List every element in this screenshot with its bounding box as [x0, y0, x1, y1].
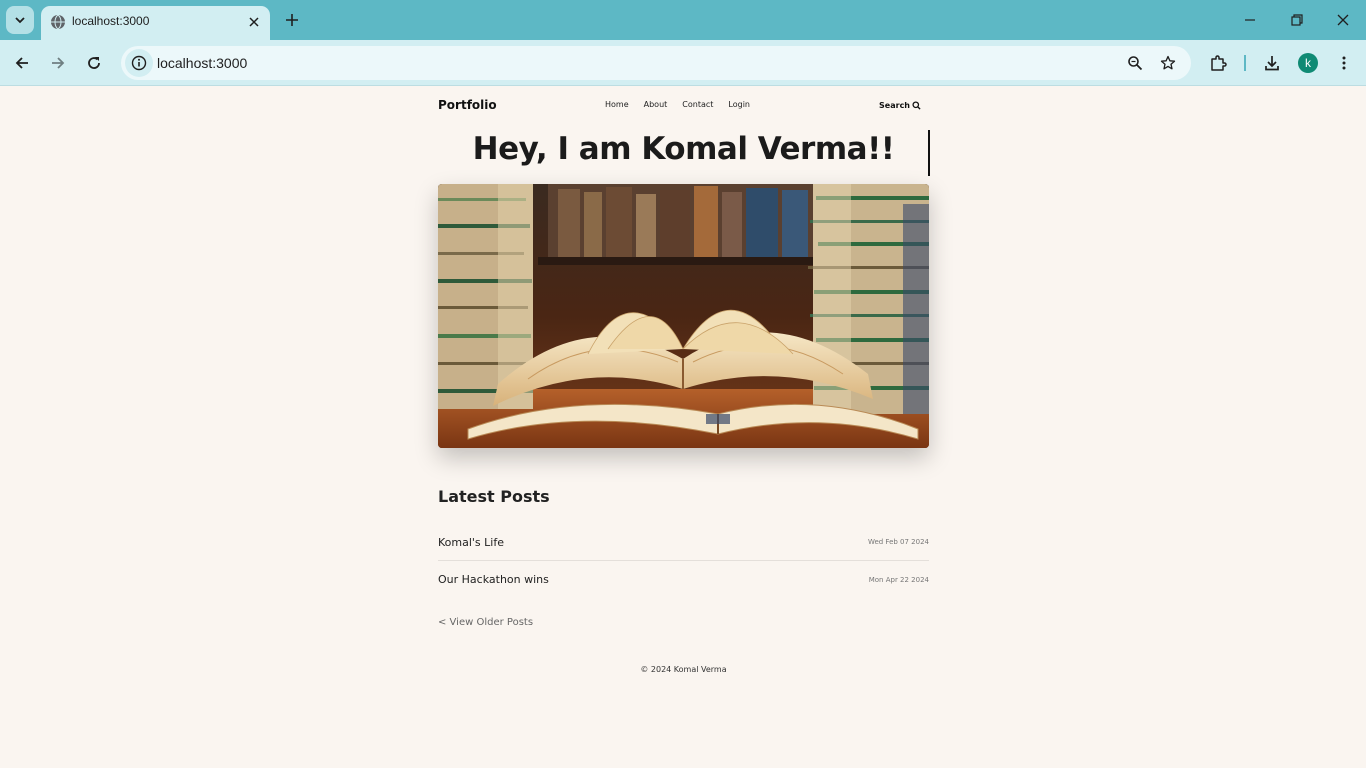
tab-title: localhost:3000: [72, 14, 150, 28]
more-vertical-icon: [1342, 56, 1346, 70]
nav-about[interactable]: About: [644, 100, 668, 109]
text-cursor-line: [928, 130, 930, 176]
main-nav: Home About Contact Login: [605, 100, 765, 109]
browser-toolbar: localhost:3000 k: [0, 40, 1366, 86]
nav-login[interactable]: Login: [728, 100, 750, 109]
minimize-button[interactable]: [1238, 8, 1262, 32]
zoom-button[interactable]: [1125, 53, 1145, 73]
post-item[interactable]: Komal's Life Wed Feb 07 2024: [438, 524, 929, 561]
site-info-button[interactable]: [125, 49, 153, 77]
search-label: Search: [879, 101, 910, 110]
close-icon: [1337, 14, 1349, 26]
hero-image: [438, 184, 929, 448]
browser-tab-strip: localhost:3000: [0, 0, 1366, 40]
books-illustration: [438, 184, 929, 448]
address-bar[interactable]: localhost:3000: [121, 46, 1191, 80]
forward-button[interactable]: [46, 51, 70, 75]
site-footer: © 2024 Komal Verma: [640, 665, 727, 674]
chevron-down-icon: [15, 17, 25, 24]
globe-icon: [51, 14, 65, 30]
arrow-right-icon: [52, 57, 65, 69]
zoom-icon: [1128, 56, 1143, 71]
hero-title: Hey, I am Komal Verma!!: [472, 131, 895, 167]
nav-home[interactable]: Home: [605, 100, 629, 109]
post-item[interactable]: Our Hackathon wins Mon Apr 22 2024: [438, 561, 929, 598]
downloads-button[interactable]: [1260, 51, 1284, 75]
post-title[interactable]: Komal's Life: [438, 536, 504, 549]
profile-avatar[interactable]: k: [1298, 53, 1318, 73]
tab-search-button[interactable]: [6, 6, 34, 34]
restore-icon: [1291, 14, 1303, 26]
reload-button[interactable]: [82, 51, 106, 75]
star-icon: [1160, 55, 1176, 70]
reload-icon: [88, 57, 100, 69]
site-logo[interactable]: Portfolio: [438, 98, 497, 112]
site-header: Portfolio Home About Contact Login Searc…: [438, 87, 929, 125]
minimize-icon: [1245, 19, 1255, 21]
post-date: Mon Apr 22 2024: [868, 575, 929, 584]
url-text[interactable]: localhost:3000: [157, 55, 247, 71]
post-date: Wed Feb 07 2024: [867, 538, 929, 546]
download-icon: [1265, 56, 1279, 71]
browser-tab[interactable]: localhost:3000: [41, 6, 270, 40]
search-button[interactable]: Search: [879, 101, 921, 110]
restore-button[interactable]: [1285, 8, 1309, 32]
post-title[interactable]: Our Hackathon wins: [438, 573, 549, 586]
extensions-button[interactable]: [1206, 51, 1230, 75]
toolbar-divider: [1244, 55, 1246, 71]
new-tab-button[interactable]: [282, 10, 302, 30]
close-tab-button[interactable]: [246, 14, 262, 30]
nav-contact[interactable]: Contact: [682, 100, 713, 109]
back-button[interactable]: [10, 51, 34, 75]
post-list: Komal's Life Wed Feb 07 2024 Our Hackath…: [438, 524, 929, 598]
puzzle-icon: [1211, 55, 1227, 71]
search-icon: [912, 101, 921, 110]
arrow-left-icon: [15, 57, 28, 69]
bookmark-button[interactable]: [1158, 53, 1178, 73]
view-older-posts-link[interactable]: < View Older Posts: [438, 617, 533, 628]
close-icon: [249, 17, 259, 27]
browser-menu-button[interactable]: [1332, 51, 1356, 75]
plus-icon: [286, 14, 298, 26]
latest-posts-heading: Latest Posts: [438, 487, 550, 506]
close-window-button[interactable]: [1331, 8, 1355, 32]
info-icon: [131, 55, 147, 71]
web-page: Portfolio Home About Contact Login Searc…: [0, 87, 1366, 768]
